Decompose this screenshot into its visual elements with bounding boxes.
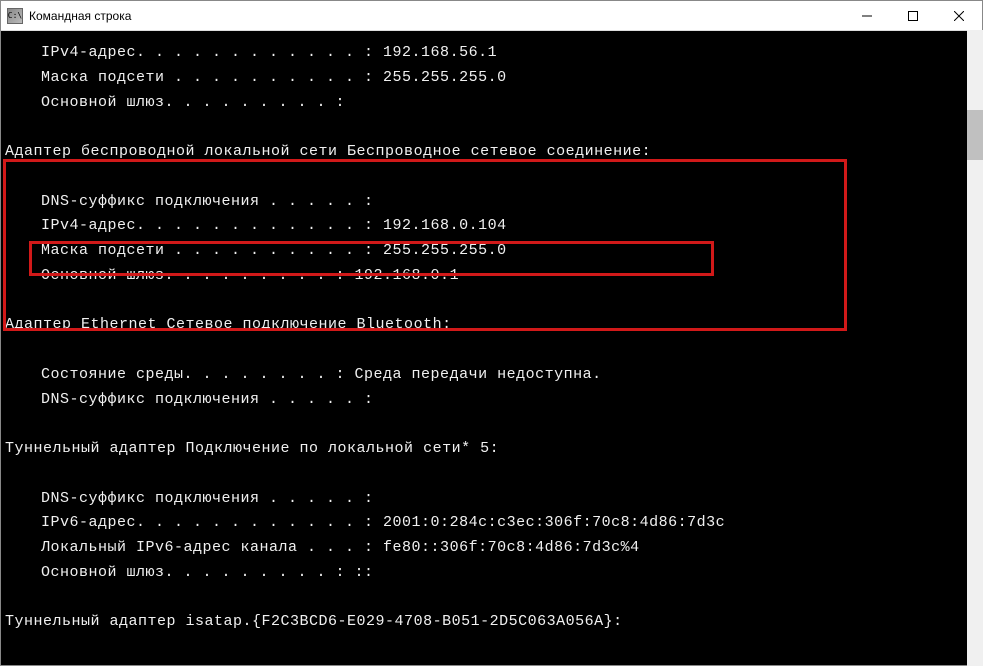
window-title: Командная строка: [29, 9, 131, 23]
terminal-line: Локальный IPv6-адрес канала . . . : fe80…: [1, 536, 982, 561]
terminal-line: [1, 586, 982, 611]
terminal-line: Основной шлюз. . . . . . . . . : 192.168…: [1, 264, 982, 289]
terminal-line: Состояние среды. . . . . . . . : Среда п…: [1, 363, 982, 388]
terminal-line: IPv4-адрес. . . . . . . . . . . . : 192.…: [1, 41, 982, 66]
scrollbar-thumb[interactable]: [967, 110, 983, 160]
terminal-line: [1, 338, 982, 363]
terminal-line: Маска подсети . . . . . . . . . . : 255.…: [1, 239, 982, 264]
cmd-icon: C:\: [7, 8, 23, 24]
terminal-line: [1, 462, 982, 487]
terminal-line: Туннельный адаптер Подключение по локаль…: [1, 437, 982, 462]
window-titlebar[interactable]: C:\ Командная строка: [1, 1, 982, 31]
terminal-line: Основной шлюз. . . . . . . . . : ::: [1, 561, 982, 586]
terminal-line: Основной шлюз. . . . . . . . . :: [1, 91, 982, 116]
command-prompt-window: C:\ Командная строка IPv4-адрес. . . . .…: [0, 0, 983, 666]
terminal-viewport[interactable]: IPv4-адрес. . . . . . . . . . . . : 192.…: [1, 31, 982, 665]
terminal-line: IPv4-адрес. . . . . . . . . . . . : 192.…: [1, 214, 982, 239]
titlebar-left: C:\ Командная строка: [7, 8, 131, 24]
terminal-line: Адаптер беспроводной локальной сети Бесп…: [1, 140, 982, 165]
terminal-output: IPv4-адрес. . . . . . . . . . . . : 192.…: [1, 31, 982, 635]
maximize-button[interactable]: [890, 1, 936, 30]
terminal-line: Маска подсети . . . . . . . . . . : 255.…: [1, 66, 982, 91]
terminal-line: [1, 412, 982, 437]
terminal-line: IPv6-адрес. . . . . . . . . . . . : 2001…: [1, 511, 982, 536]
terminal-line: DNS-суффикс подключения . . . . . :: [1, 487, 982, 512]
terminal-line: [1, 165, 982, 190]
titlebar-controls: [844, 1, 982, 30]
terminal-line: DNS-суффикс подключения . . . . . :: [1, 388, 982, 413]
terminal-line: Туннельный адаптер isatap.{F2C3BCD6-E029…: [1, 610, 982, 635]
terminal-line: Адаптер Ethernet Сетевое подключение Blu…: [1, 313, 982, 338]
terminal-line: [1, 289, 982, 314]
vertical-scrollbar[interactable]: [967, 30, 983, 666]
terminal-line: [1, 115, 982, 140]
minimize-button[interactable]: [844, 1, 890, 30]
terminal-line: DNS-суффикс подключения . . . . . :: [1, 190, 982, 215]
close-button[interactable]: [936, 1, 982, 30]
